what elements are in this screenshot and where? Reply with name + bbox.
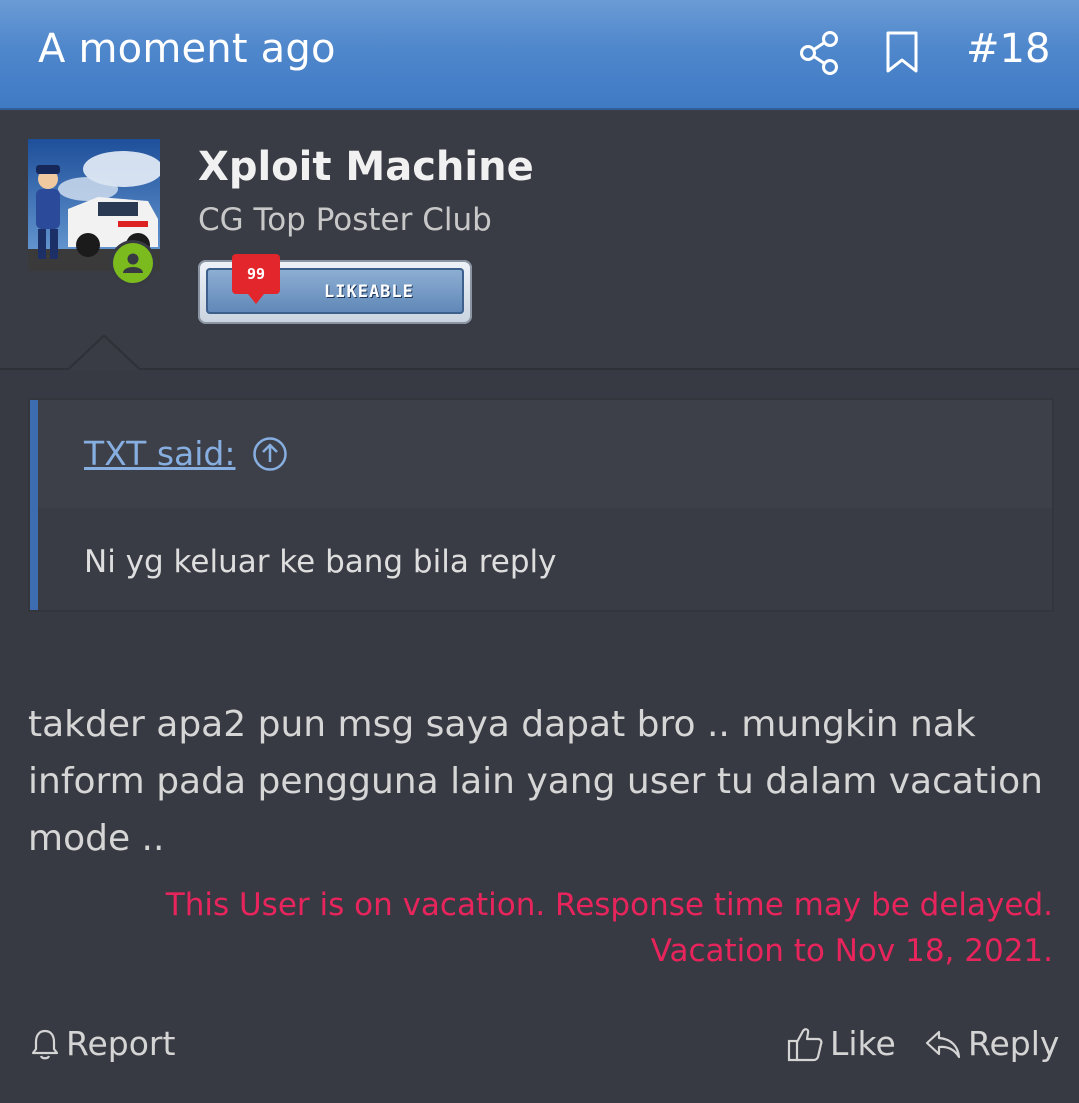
reply-arrow-icon: [925, 1030, 961, 1058]
bell-icon: [31, 1029, 59, 1059]
quote-text: Ni yg keluar ke bang bila reply: [84, 544, 557, 580]
vacation-notice: This User is on vacation. Response time …: [165, 887, 1053, 969]
post-author-block: Xploit Machine CG Top Poster Club LIKEAB…: [0, 110, 1079, 370]
post-number-link[interactable]: #18: [966, 26, 1050, 72]
likeable-badge: LIKEABLE 99: [198, 254, 472, 324]
report-button[interactable]: Report: [30, 1024, 175, 1063]
like-label: Like: [830, 1024, 896, 1063]
like-button[interactable]: Like: [786, 1024, 896, 1063]
bookmark-icon[interactable]: [884, 30, 920, 74]
author-name-link[interactable]: Xploit Machine: [198, 144, 534, 190]
post-timestamp[interactable]: A moment ago: [38, 26, 336, 72]
badge-label: LIKEABLE: [324, 282, 414, 302]
post-message: takder apa2 pun msg saya dapat bro .. mu…: [28, 704, 1043, 859]
share-icon[interactable]: [798, 30, 842, 76]
thumbs-up-icon: [787, 1027, 823, 1061]
quote-block: TXT said: Ni yg keluar ke bang bila repl…: [28, 398, 1054, 612]
reply-label: Reply: [968, 1024, 1060, 1063]
quote-header: TXT said:: [38, 400, 1052, 508]
quote-author-link[interactable]: TXT said:: [84, 434, 235, 473]
reply-button[interactable]: Reply: [924, 1024, 1059, 1063]
user-online-icon: [110, 240, 156, 286]
post-header: A moment ago #18: [0, 0, 1079, 110]
arrow-up-circle-icon[interactable]: [252, 436, 288, 472]
quote-body: Ni yg keluar ke bang bila reply: [38, 508, 1052, 610]
report-label: Report: [66, 1024, 176, 1063]
author-user-title: CG Top Poster Club: [198, 202, 492, 238]
badge-count: 99: [232, 254, 280, 304]
